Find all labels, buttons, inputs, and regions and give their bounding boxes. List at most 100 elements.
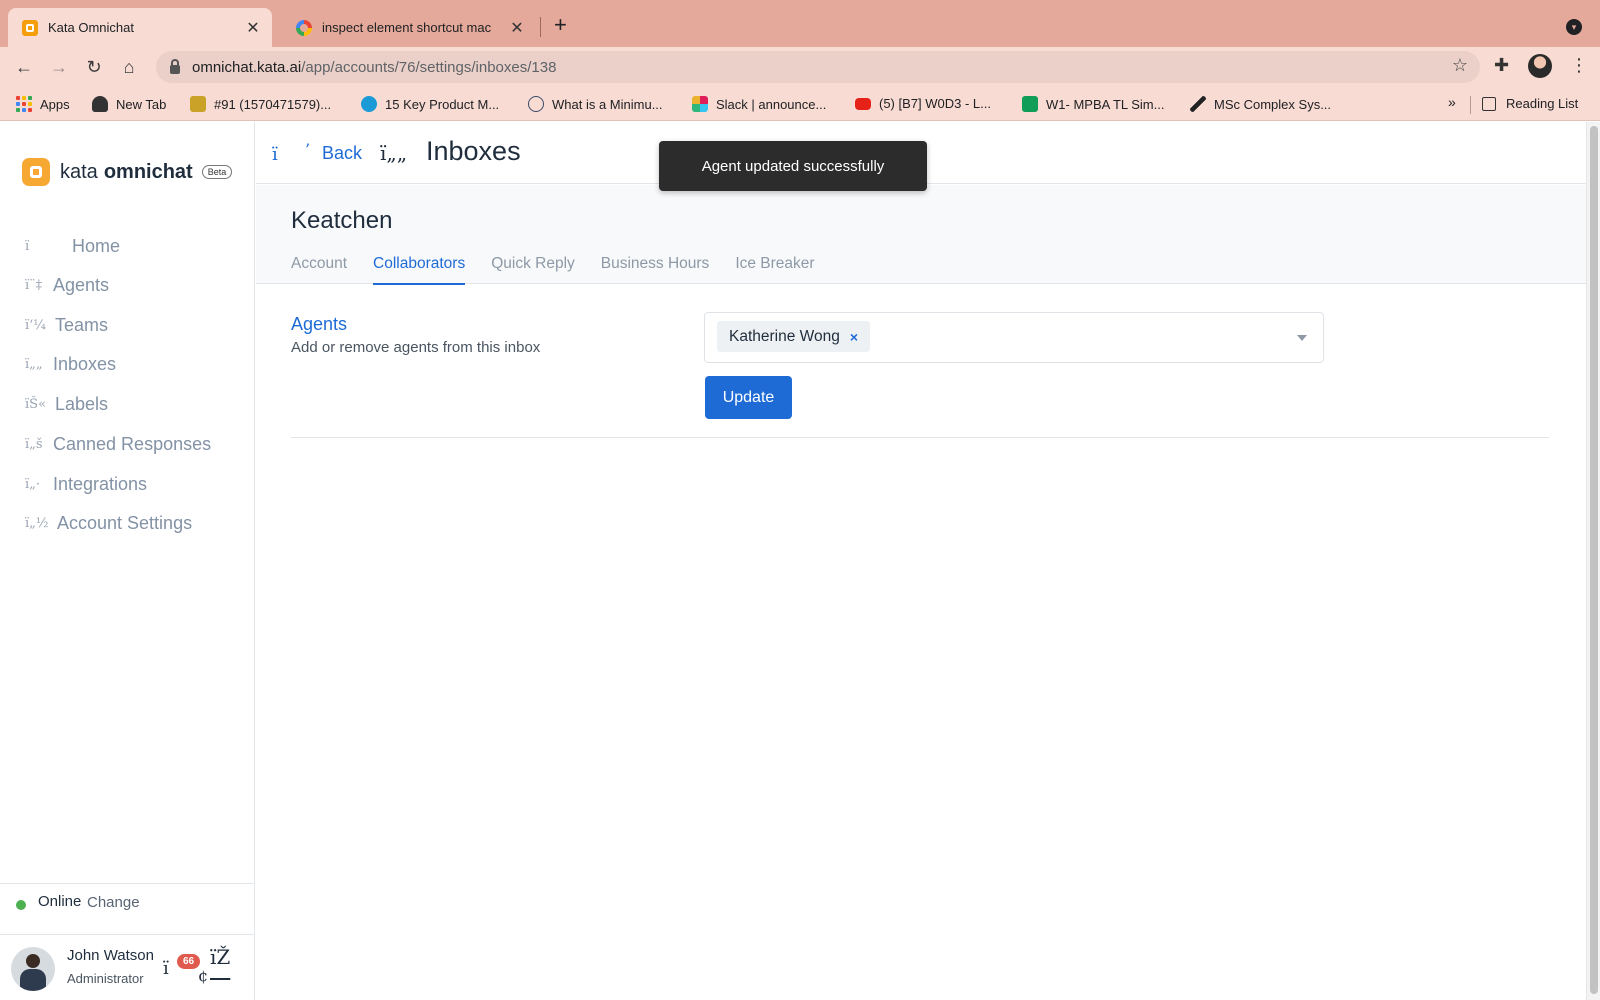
sidebar-item-label: Integrations [53, 474, 148, 494]
agents-section-title: Agents [291, 314, 348, 334]
sidebar-item-labels[interactable]: ïŠ« Labels [25, 394, 108, 415]
forward-arrow-icon[interactable]: → [47, 55, 71, 79]
logout-icon[interactable]: ïŽ [210, 945, 230, 969]
extensions-puzzle-icon[interactable]: ✚ [1494, 55, 1509, 76]
reload-icon[interactable]: ↻ [82, 55, 106, 79]
profile-avatar-icon[interactable] [1528, 54, 1552, 78]
home-icon[interactable]: ⌂ [117, 55, 141, 79]
brand-logo[interactable]: kata omnichat Beta [22, 158, 233, 186]
settings-tabs: Account Collaborators Quick Reply Busine… [291, 255, 841, 285]
online-status-dot [16, 900, 26, 910]
sidebar-item-agents[interactable]: ï¨‡ Agents [25, 275, 109, 296]
url-host: omnichat.kata.ai [192, 58, 302, 76]
lock-icon [170, 58, 180, 74]
sidebar-item-label: Inboxes [53, 354, 117, 374]
tab-separator [540, 17, 541, 37]
inbox-settings-header: Keatchen Account Collaborators Quick Rep… [256, 185, 1586, 285]
slack-icon [692, 96, 708, 112]
inboxes-icon: ï„„ [380, 141, 408, 165]
bookmark-apps[interactable]: Apps [16, 96, 70, 112]
bookmarks-bar: Apps New Tab #91 (1570471579)... 15 Key … [0, 88, 1600, 121]
new-tab-button[interactable]: + [554, 12, 567, 38]
notifications-icon[interactable]: ï [163, 958, 169, 979]
browser-tab-kata-omnichat[interactable]: Kata Omnichat ✕ [8, 8, 272, 47]
sidebar-divider [0, 883, 255, 884]
agent-chip-label: Katherine Wong [729, 327, 840, 345]
close-tab-icon[interactable]: ✕ [244, 18, 262, 38]
tab-quick-reply[interactable]: Quick Reply [491, 255, 575, 285]
sidebar-item-label: Agents [53, 275, 110, 295]
bookmark-slack[interactable]: Slack | announce... [692, 96, 826, 112]
back-button[interactable]: Back [322, 143, 362, 164]
back-chevron-icon[interactable]: ï [272, 144, 278, 165]
tab-business-hours[interactable]: Business Hours [601, 255, 710, 285]
address-bar[interactable]: omnichat.kata.ai/app/accounts/76/setting… [156, 51, 1480, 83]
bookmark-mvp[interactable]: What is a Minimu... [528, 96, 663, 112]
user-role: Administrator [67, 971, 144, 986]
close-tab-icon[interactable]: ✕ [508, 18, 526, 38]
tab-title: Kata Omnichat [48, 20, 134, 35]
sidebar-divider [0, 934, 255, 935]
page-title: Inboxes [426, 136, 521, 166]
bookmark-ras[interactable]: #91 (1570471579)... [190, 96, 331, 112]
browser-tab-inspect-element[interactable]: inspect element shortcut mac ✕ [282, 8, 536, 47]
bookmark-new-tab[interactable]: New Tab [92, 96, 166, 112]
agents-section-description: Add or remove agents from this inbox [291, 339, 541, 356]
reading-list-button[interactable]: Reading List [1482, 96, 1578, 111]
bookmark-star-icon[interactable]: ☆ [1452, 55, 1468, 76]
success-toast: Agent updated successfully [659, 141, 927, 191]
youtube-icon [855, 97, 871, 110]
back-arrow-icon[interactable]: ← [12, 55, 36, 79]
sidebar-item-canned-responses[interactable]: ï„š Canned Responses [25, 434, 211, 455]
remove-agent-icon[interactable]: × [850, 329, 858, 345]
browser-tab-bar: Kata Omnichat ✕ inspect element shortcut… [0, 0, 1600, 47]
bookmark-label: Apps [40, 96, 70, 112]
kata-favicon-icon [22, 19, 38, 36]
back-arrow-icon[interactable]: ’ [305, 140, 310, 159]
account-settings-icon: ï„½ [25, 516, 49, 531]
beta-badge: Beta [201, 165, 233, 179]
sidebar-item-label: Teams [55, 315, 109, 335]
user-name: John Watson [67, 947, 154, 964]
update-button[interactable]: Update [705, 376, 792, 419]
bookmark-youtube[interactable]: (5) [B7] W0D3 - L... [855, 96, 991, 111]
change-status-link[interactable]: Change [87, 894, 140, 911]
sidebar-item-inboxes[interactable]: ï„„ Inboxes [25, 354, 116, 375]
browser-menu-icon[interactable]: ⋮ [1570, 55, 1588, 76]
bookmark-label: What is a Minimu... [552, 96, 663, 112]
agents-multiselect[interactable]: Katherine Wong × [704, 312, 1324, 363]
settings-icon[interactable]: ¢ [198, 966, 208, 985]
drop-icon [361, 96, 377, 112]
tab-ice-breaker[interactable]: Ice Breaker [735, 255, 814, 285]
scrollbar-thumb[interactable] [1590, 126, 1598, 994]
bookmark-label: #91 (1570471579)... [214, 96, 332, 112]
tab-collaborators[interactable]: Collaborators [373, 255, 466, 285]
circle-a-icon [528, 96, 544, 112]
agent-chip: Katherine Wong × [717, 321, 871, 352]
ras-icon [190, 96, 206, 112]
more-bookmarks-icon[interactable]: » [1448, 94, 1456, 110]
sidebar-item-label: Home [72, 236, 121, 256]
reading-list-label: Reading List [1506, 96, 1579, 111]
bookmark-label: Slack | announce... [716, 96, 827, 112]
bookmark-label: (5) [B7] W0D3 - L... [879, 96, 991, 111]
bookmark-product[interactable]: 15 Key Product M... [361, 96, 499, 112]
sidebar-item-integrations[interactable]: ï„· Integrations [25, 474, 147, 495]
inboxes-icon: ï„„ [25, 357, 43, 372]
sidebar-item-label: Canned Responses [53, 434, 212, 454]
canned-responses-icon: ï„š [25, 437, 43, 452]
brand-kata: kata [60, 160, 98, 183]
bookmark-msc[interactable]: MSc Complex Sys... [1190, 96, 1331, 112]
tab-account[interactable]: Account [291, 255, 347, 285]
sidebar-item-account-settings[interactable]: ï„½ Account Settings [25, 513, 192, 534]
bookmark-sheets[interactable]: W1- MPBA TL Sim... [1022, 96, 1164, 112]
browser-toolbar: ← → ↻ ⌂ omnichat.kata.ai/app/accounts/76… [0, 47, 1600, 88]
tab-search-icon[interactable]: ▾ [1566, 19, 1582, 35]
spy-icon [92, 96, 108, 112]
url-path: /app/accounts/76/settings/inboxes/138 [301, 58, 557, 76]
dropdown-caret-icon[interactable] [1297, 335, 1307, 341]
sidebar-item-teams[interactable]: ï‘¼ Teams [25, 315, 108, 336]
page-scrollbar[interactable] [1586, 122, 1600, 1000]
user-avatar[interactable] [11, 947, 55, 991]
sidebar-item-home[interactable]: ï Home [25, 236, 120, 257]
